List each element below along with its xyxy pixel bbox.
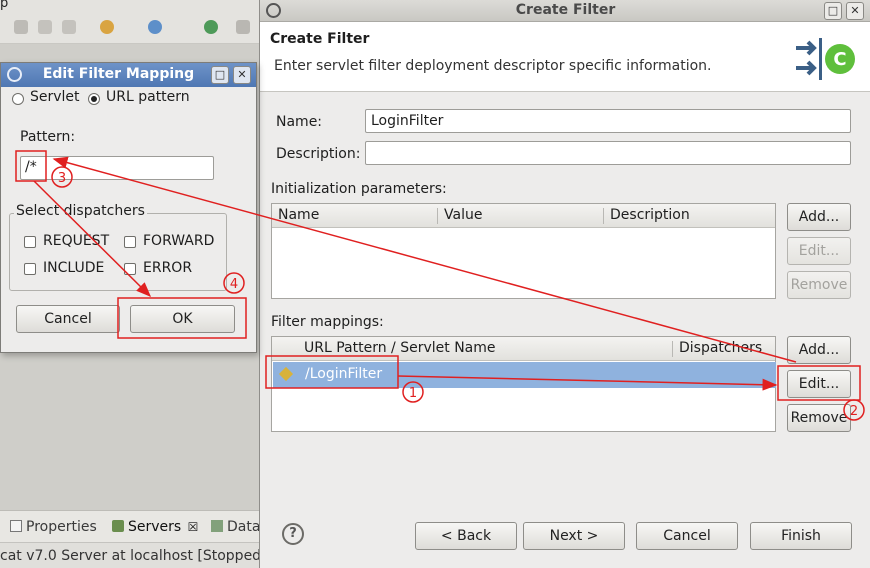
pattern-label: Pattern: xyxy=(20,129,76,145)
servlet-radio[interactable] xyxy=(12,93,24,105)
column-url-pattern[interactable]: URL Pattern / Servlet Name xyxy=(304,340,496,356)
properties-icon xyxy=(10,520,22,532)
forward-icon[interactable] xyxy=(236,20,250,34)
url-pattern-radio[interactable] xyxy=(88,93,100,105)
globe-icon[interactable] xyxy=(204,20,218,34)
run-icon[interactable] xyxy=(14,20,28,34)
back-button[interactable]: < Back xyxy=(415,522,517,550)
mapping-add-button[interactable]: Add... xyxy=(787,336,851,364)
column-name[interactable]: Name xyxy=(278,207,319,223)
mapping-pattern: /LoginFilter xyxy=(305,366,383,382)
tab-label: Servers xyxy=(128,519,182,535)
dialog-ok-button[interactable]: OK xyxy=(130,305,235,333)
new-server-icon[interactable] xyxy=(100,20,114,34)
create-filter-window: Create Filter □ ✕ Create Filter Enter se… xyxy=(259,0,870,568)
workbench-toolbar: p xyxy=(0,0,262,44)
close-icon[interactable]: ✕ xyxy=(846,2,864,20)
mapping-remove-button[interactable]: Remove xyxy=(787,404,851,432)
run-config-icon[interactable] xyxy=(148,20,162,34)
init-params-label: Initialization parameters: xyxy=(271,181,447,197)
dialog-cancel-button[interactable]: Cancel xyxy=(16,305,120,333)
include-label: INCLUDE xyxy=(43,260,105,276)
column-value[interactable]: Value xyxy=(444,207,482,223)
maximize-icon[interactable]: □ xyxy=(824,2,842,20)
filter-wizard-icon: C xyxy=(796,38,855,80)
tab-properties[interactable]: Properties xyxy=(10,519,97,535)
forward-label: FORWARD xyxy=(143,233,215,249)
wizard-header: Create Filter Enter servlet filter deplo… xyxy=(260,22,870,92)
edit-filter-mapping-dialog: Edit Filter Mapping □ ✕ Servlet URL patt… xyxy=(0,62,257,353)
views-tabbar: Properties Servers ☒ Data xyxy=(0,510,262,542)
filter-mappings-label: Filter mappings: xyxy=(271,314,384,330)
wizard-description: Enter servlet filter deployment descript… xyxy=(274,58,712,74)
help-icon[interactable]: ? xyxy=(282,523,304,545)
servlet-radio-label: Servlet xyxy=(30,89,80,105)
svg-text:C: C xyxy=(833,49,846,70)
dialog-title: Edit Filter Mapping xyxy=(42,66,195,82)
table-header: Name Value Description xyxy=(272,204,775,228)
column-description[interactable]: Description xyxy=(610,207,690,223)
stop-icon[interactable] xyxy=(38,20,52,34)
filter-mappings-table[interactable]: URL Pattern / Servlet Name Dispatchers /… xyxy=(271,336,776,432)
tab-servers[interactable]: Servers ☒ xyxy=(112,519,198,535)
debug-icon[interactable] xyxy=(62,20,76,34)
mapping-edit-button[interactable]: Edit... xyxy=(787,370,851,398)
finish-button[interactable]: Finish xyxy=(750,522,852,550)
init-remove-button[interactable]: Remove xyxy=(787,271,851,299)
name-label: Name: xyxy=(276,114,323,130)
next-button[interactable]: Next > xyxy=(523,522,625,550)
url-pattern-radio-label: URL pattern xyxy=(106,89,190,105)
pattern-input[interactable]: /* xyxy=(20,156,214,180)
init-params-table[interactable]: Name Value Description xyxy=(271,203,776,299)
mapping-icon xyxy=(278,366,294,382)
init-edit-button[interactable]: Edit... xyxy=(787,237,851,265)
init-add-button[interactable]: Add... xyxy=(787,203,851,231)
error-checkbox[interactable] xyxy=(124,263,136,275)
request-checkbox[interactable] xyxy=(24,236,36,248)
server-status-row[interactable]: cat v7.0 Server at localhost [Stopped, R xyxy=(0,542,280,568)
window-menu-icon[interactable] xyxy=(7,67,22,82)
data-source-icon xyxy=(211,520,223,532)
dispatchers-group: Select dispatchers REQUEST FORWARD INCLU… xyxy=(9,203,227,291)
column-dispatchers[interactable]: Dispatchers xyxy=(679,340,762,356)
table-row[interactable]: /LoginFilter xyxy=(273,362,776,388)
window-title-fragment: p xyxy=(0,0,9,11)
close-icon[interactable]: ✕ xyxy=(233,66,251,84)
dispatchers-group-title: Select dispatchers xyxy=(14,203,147,219)
tab-label: Data xyxy=(227,519,261,535)
create-filter-titlebar[interactable]: Create Filter □ ✕ xyxy=(260,0,870,22)
tab-label: Properties xyxy=(26,519,97,535)
name-field[interactable]: LoginFilter xyxy=(365,109,851,133)
maximize-icon[interactable]: □ xyxy=(211,66,229,84)
description-field[interactable] xyxy=(365,141,851,165)
include-checkbox[interactable] xyxy=(24,263,36,275)
error-label: ERROR xyxy=(143,260,193,276)
wizard-title: Create Filter xyxy=(270,31,370,47)
servers-icon xyxy=(112,520,124,532)
description-label: Description: xyxy=(276,146,361,162)
cancel-button[interactable]: Cancel xyxy=(636,522,738,550)
close-icon[interactable]: ☒ xyxy=(188,520,199,534)
table-header: URL Pattern / Servlet Name Dispatchers xyxy=(272,337,775,361)
window-title: Create Filter xyxy=(515,2,616,18)
forward-checkbox[interactable] xyxy=(124,236,136,248)
dialog-titlebar[interactable]: Edit Filter Mapping □ ✕ xyxy=(1,63,256,87)
tab-data-source[interactable]: Data xyxy=(211,519,260,535)
request-label: REQUEST xyxy=(43,233,110,249)
server-status-text: cat v7.0 Server at localhost [Stopped, R xyxy=(0,548,280,564)
